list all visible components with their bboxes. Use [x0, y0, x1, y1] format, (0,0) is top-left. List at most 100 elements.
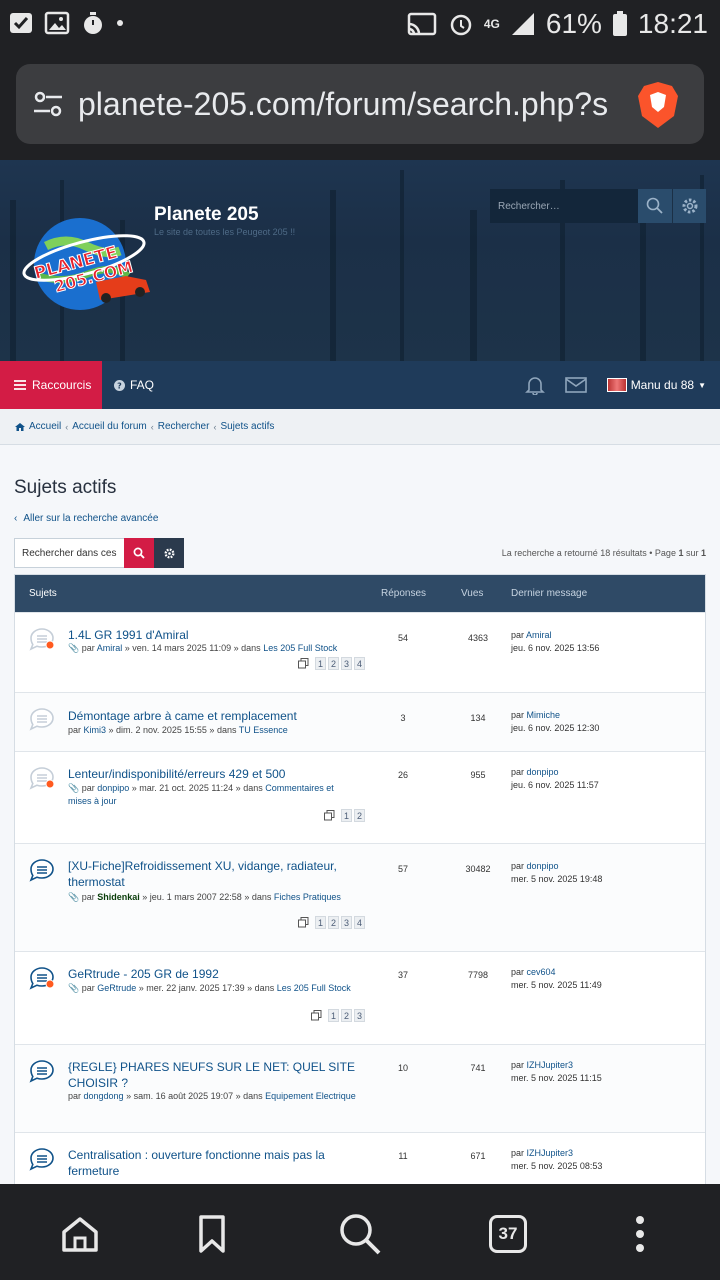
- last-post-author-link[interactable]: IZHJupiter3: [527, 1060, 574, 1070]
- planete-205-logo[interactable]: PLANETE 205.COM: [18, 206, 153, 316]
- private-messages-icon[interactable]: [564, 376, 587, 394]
- advanced-options-button[interactable]: [154, 538, 184, 568]
- topic-forum-link[interactable]: Equipement Electrique: [265, 1091, 356, 1101]
- topic-author-link[interactable]: donpipo: [97, 783, 129, 793]
- image-notification-icon: [44, 11, 70, 35]
- topic-forum-link[interactable]: Fiches Pratiques: [274, 892, 341, 902]
- topic-author-link[interactable]: Shidenkai: [97, 892, 140, 902]
- topic-title-link[interactable]: Démontage arbre à came et remplacement: [68, 708, 358, 724]
- advanced-search-link[interactable]: ‹ Aller sur la recherche avancée: [14, 513, 706, 524]
- network-type: 4G: [483, 17, 500, 31]
- site-title[interactable]: Planete 205: [154, 204, 259, 226]
- last-post-date[interactable]: mer. 5 nov. 2025 08:53: [511, 1161, 602, 1171]
- gear-icon: [164, 548, 174, 558]
- page-link[interactable]: 4: [354, 916, 365, 929]
- page-link[interactable]: 3: [341, 657, 352, 670]
- page-link[interactable]: 4: [354, 657, 365, 670]
- table-row: {REGLE} PHARES NEUFS SUR LE NET: QUEL SI…: [15, 1044, 705, 1132]
- topic-author-link[interactable]: Kimi3: [84, 725, 107, 735]
- address-bar[interactable]: planete-205.com/forum/search.php?s: [16, 64, 704, 144]
- last-post-author-link[interactable]: donpipo: [527, 767, 559, 777]
- last-post-author-link[interactable]: Mimiche: [527, 710, 561, 720]
- notifications-bell-icon[interactable]: [524, 375, 545, 395]
- topic-pagination: 123: [311, 1009, 365, 1022]
- page-link[interactable]: 1: [328, 1009, 339, 1022]
- clock: 18:21: [637, 8, 708, 39]
- reply-count: 11: [398, 1151, 408, 1161]
- last-post-author-link[interactable]: IZHJupiter3: [527, 1148, 574, 1158]
- page-link[interactable]: 3: [354, 1009, 365, 1022]
- tabs-button[interactable]: 37: [486, 1212, 530, 1256]
- page-link[interactable]: 1: [315, 657, 326, 670]
- last-post: par donpipo jeu. 6 nov. 2025 11:57: [511, 767, 599, 790]
- breadcrumb-separator: ‹: [213, 421, 217, 432]
- topic-forum-link[interactable]: Les 205 Full Stock: [277, 983, 351, 993]
- advanced-search-label: Aller sur la recherche avancée: [23, 513, 159, 524]
- breadcrumb-search[interactable]: Rechercher: [158, 421, 210, 432]
- topic-title-link[interactable]: GeRtrude - 205 GR de 1992: [68, 966, 358, 982]
- breadcrumb-active-topics[interactable]: Sujets actifs: [220, 421, 274, 432]
- site-settings-icon[interactable]: [32, 88, 64, 120]
- status-bar: 4G 61% 18:21: [0, 0, 720, 50]
- header-search-input[interactable]: [490, 189, 638, 223]
- last-post: par IZHJupiter3 mer. 5 nov. 2025 11:15: [511, 1060, 602, 1083]
- chevron-left-icon: ‹: [14, 513, 18, 524]
- home-button[interactable]: [58, 1212, 102, 1256]
- last-post-date[interactable]: mer. 5 nov. 2025 19:48: [511, 874, 602, 884]
- breadcrumb-home[interactable]: Accueil: [29, 421, 61, 432]
- topic-author-link[interactable]: GeRtrude: [97, 983, 136, 993]
- topic-title-link[interactable]: {REGLE} PHARES NEUFS SUR LE NET: QUEL SI…: [68, 1059, 358, 1091]
- bookmarks-button[interactable]: [190, 1212, 234, 1256]
- last-post: par IZHJupiter3 mer. 5 nov. 2025 08:53: [511, 1148, 603, 1171]
- last-post-date[interactable]: jeu. 6 nov. 2025 11:57: [511, 780, 599, 790]
- last-post: par cev604 mer. 5 nov. 2025 11:49: [511, 967, 602, 990]
- topic-author-link[interactable]: Amiral: [97, 643, 123, 653]
- last-post-date[interactable]: jeu. 6 nov. 2025 12:30: [511, 723, 599, 733]
- topic-forum-link[interactable]: TU Essence: [239, 725, 288, 735]
- search-within-button[interactable]: [124, 538, 154, 568]
- brave-shield-icon[interactable]: [636, 80, 680, 130]
- table-row: Démontage arbre à came et remplacement pa…: [15, 692, 705, 751]
- page-body: Sujets actifs ‹ Aller sur la recherche a…: [0, 477, 720, 1184]
- page-link[interactable]: 2: [328, 657, 339, 670]
- column-views: Vues: [461, 588, 484, 599]
- topic-author-link[interactable]: dongdong: [84, 1091, 124, 1101]
- topic-title-link[interactable]: Centralisation : ouverture fonctionne ma…: [68, 1147, 358, 1179]
- last-post-author-link[interactable]: donpipo: [527, 861, 559, 871]
- column-last-post: Dernier message: [511, 588, 588, 599]
- breadcrumb-forum-index[interactable]: Accueil du forum: [72, 421, 146, 432]
- view-count: 671: [470, 1151, 486, 1161]
- topic-meta: 📎 par donpipo » mar. 21 oct. 2025 11:24 …: [68, 783, 334, 806]
- user-menu[interactable]: Manu du 88 ▼: [606, 378, 706, 392]
- shortcuts-menu-button[interactable]: Raccourcis: [0, 361, 102, 409]
- page-link[interactable]: 1: [341, 809, 352, 822]
- topic-title-link[interactable]: 1.4L GR 1991 d'Amiral: [68, 627, 358, 643]
- last-post-author-link[interactable]: cev604: [527, 967, 556, 977]
- search-within-input[interactable]: Rechercher dans ces: [14, 538, 124, 568]
- header-advanced-search-button[interactable]: [672, 189, 706, 223]
- last-post-author-link[interactable]: Amiral: [526, 630, 552, 640]
- page-link[interactable]: 2: [328, 916, 339, 929]
- topic-title-link[interactable]: Lenteur/indisponibilité/erreurs 429 et 5…: [68, 766, 358, 782]
- reply-count: 10: [397, 1063, 408, 1073]
- view-count: 4363: [467, 633, 489, 643]
- page-link[interactable]: 1: [315, 916, 326, 929]
- topic-forum-link[interactable]: Les 205 Full Stock: [263, 643, 337, 653]
- topic-status-icon: [29, 708, 54, 731]
- topic-pagination: 1234: [298, 916, 365, 929]
- last-post-date[interactable]: mer. 5 nov. 2025 11:15: [511, 1073, 602, 1083]
- search-button[interactable]: [338, 1212, 382, 1256]
- url-text[interactable]: planete-205.com/forum/search.php?s: [78, 86, 618, 123]
- page-link[interactable]: 2: [354, 809, 365, 822]
- last-post-date[interactable]: jeu. 6 nov. 2025 13:56: [511, 643, 599, 653]
- header-search-button[interactable]: [638, 189, 672, 223]
- page-link[interactable]: 3: [341, 916, 352, 929]
- topic-title-link[interactable]: [XU-Fiche]Refroidissement XU, vidange, r…: [68, 858, 358, 890]
- last-post-date[interactable]: mer. 5 nov. 2025 11:49: [511, 980, 602, 990]
- topic-status-icon: [29, 628, 55, 651]
- more-menu-button[interactable]: [618, 1212, 662, 1256]
- hamburger-icon: [14, 380, 26, 390]
- page-link[interactable]: 2: [341, 1009, 352, 1022]
- topic-meta: par dongdong » sam. 16 août 2025 19:07 »…: [68, 1091, 356, 1101]
- faq-link[interactable]: ? FAQ: [114, 378, 154, 392]
